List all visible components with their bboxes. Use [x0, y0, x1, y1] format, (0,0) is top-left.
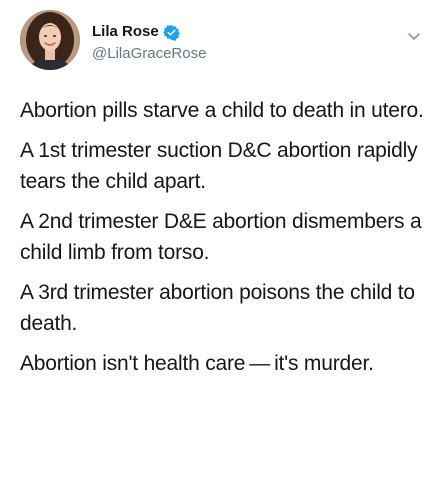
- tweet-paragraph: A 3rd trimester abortion poisons the chi…: [20, 281, 415, 335]
- tweet-paragraph: Abortion isn't health care — it's murder…: [20, 352, 374, 375]
- tweet-paragraph: A 2nd trimester D&E abortion dismembers …: [20, 210, 422, 264]
- verified-badge-icon: [162, 24, 180, 41]
- author-names: Lila Rose @LilaGraceRose: [92, 22, 206, 64]
- chevron-down-icon[interactable]: [406, 28, 422, 44]
- profile-photo-icon: [20, 10, 80, 70]
- author-handle[interactable]: @LilaGraceRose: [92, 44, 206, 64]
- tweet-text: Abortion pills starve a child to death i…: [20, 95, 430, 388]
- display-name[interactable]: Lila Rose: [92, 22, 159, 42]
- tweet-card: Lila Rose @LilaGraceRose Abortion pills …: [0, 0, 442, 500]
- tweet-paragraph: A 1st trimester suction D&C abortion rap…: [20, 139, 418, 193]
- tweet-header: Lila Rose @LilaGraceRose: [20, 10, 422, 70]
- tweet-paragraph: Abortion pills starve a child to death i…: [20, 99, 424, 122]
- avatar[interactable]: [20, 10, 80, 70]
